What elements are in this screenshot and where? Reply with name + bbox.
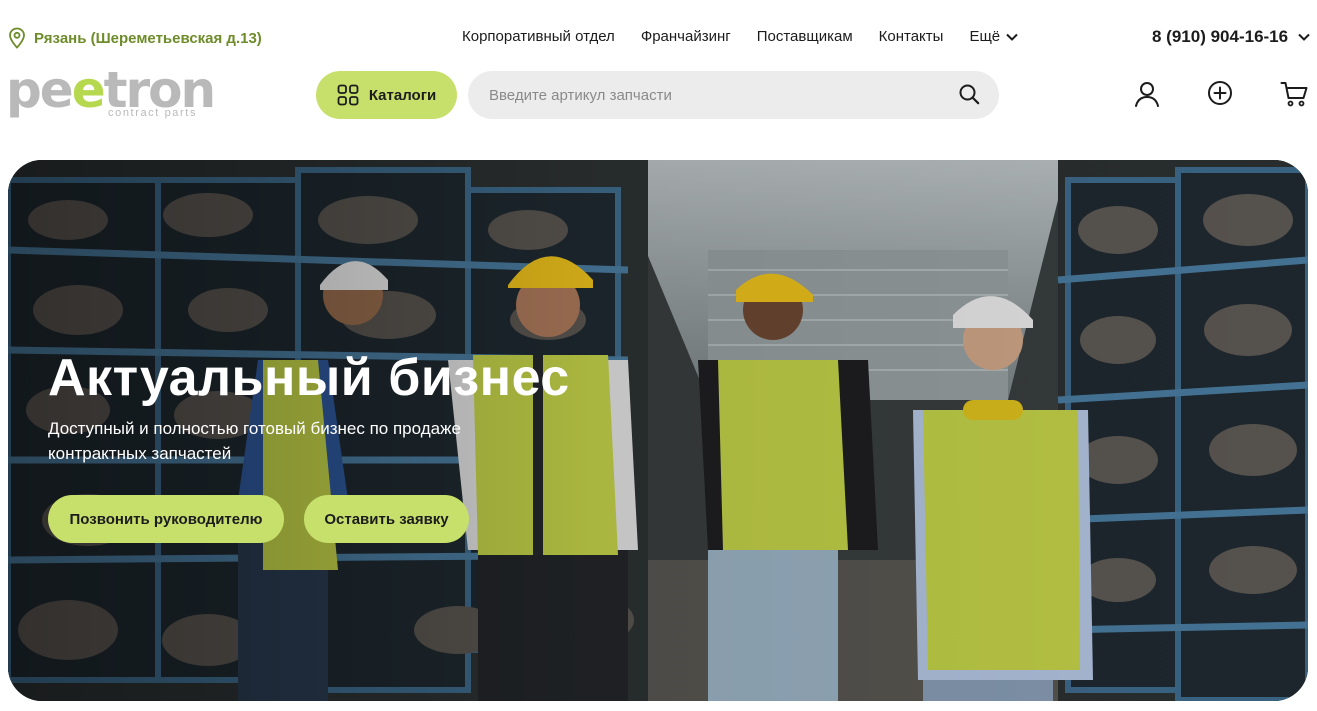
- hero-banner: Актуальный бизнес Доступный и полностью …: [8, 160, 1308, 701]
- search-input[interactable]: [468, 71, 938, 119]
- nav-more-dropdown[interactable]: Ещё: [969, 28, 1018, 45]
- phone-dropdown[interactable]: 8 (910) 904-16-16: [1152, 27, 1310, 47]
- phone-number: 8 (910) 904-16-16: [1152, 27, 1289, 46]
- hero-subtitle: Доступный и полностью готовый бизнес по …: [48, 419, 461, 463]
- catalog-button-label: Каталоги: [368, 86, 437, 104]
- nav-more-label: Ещё: [969, 28, 1001, 45]
- map-pin-icon: [9, 27, 25, 49]
- plus-circle-icon[interactable]: [1205, 79, 1235, 109]
- nav-suppliers[interactable]: Поставщикам: [757, 28, 853, 45]
- chevron-down-icon: [1298, 33, 1310, 41]
- search-icon[interactable]: [958, 83, 980, 105]
- grid-icon: [337, 84, 359, 106]
- logo-tagline: contract parts: [108, 107, 198, 119]
- chevron-down-icon: [1006, 33, 1018, 41]
- top-navigation: Корпоративный отдел Франчайзинг Поставщи…: [462, 28, 1018, 45]
- call-manager-button[interactable]: Позвонить руководителю: [48, 495, 284, 543]
- cart-icon[interactable]: [1280, 79, 1310, 109]
- nav-contacts[interactable]: Контакты: [879, 28, 944, 45]
- nav-corporate[interactable]: Корпоративный отдел: [462, 28, 615, 45]
- logo[interactable]: peetron contract parts: [6, 61, 216, 122]
- top-bar: Рязань (Шереметьевская д.13) Корпоративн…: [0, 0, 1317, 66]
- submit-request-button[interactable]: Оставить заявку: [304, 495, 469, 543]
- city-label: Рязань (Шереметьевская д.13): [34, 29, 262, 47]
- city-selector[interactable]: Рязань (Шереметьевская д.13): [8, 27, 262, 49]
- catalog-button[interactable]: Каталоги: [316, 71, 457, 119]
- user-icon[interactable]: [1132, 79, 1162, 109]
- search-bar: [468, 71, 999, 119]
- hero-title: Актуальный бизнес: [48, 349, 570, 407]
- nav-franchise[interactable]: Франчайзинг: [641, 28, 731, 45]
